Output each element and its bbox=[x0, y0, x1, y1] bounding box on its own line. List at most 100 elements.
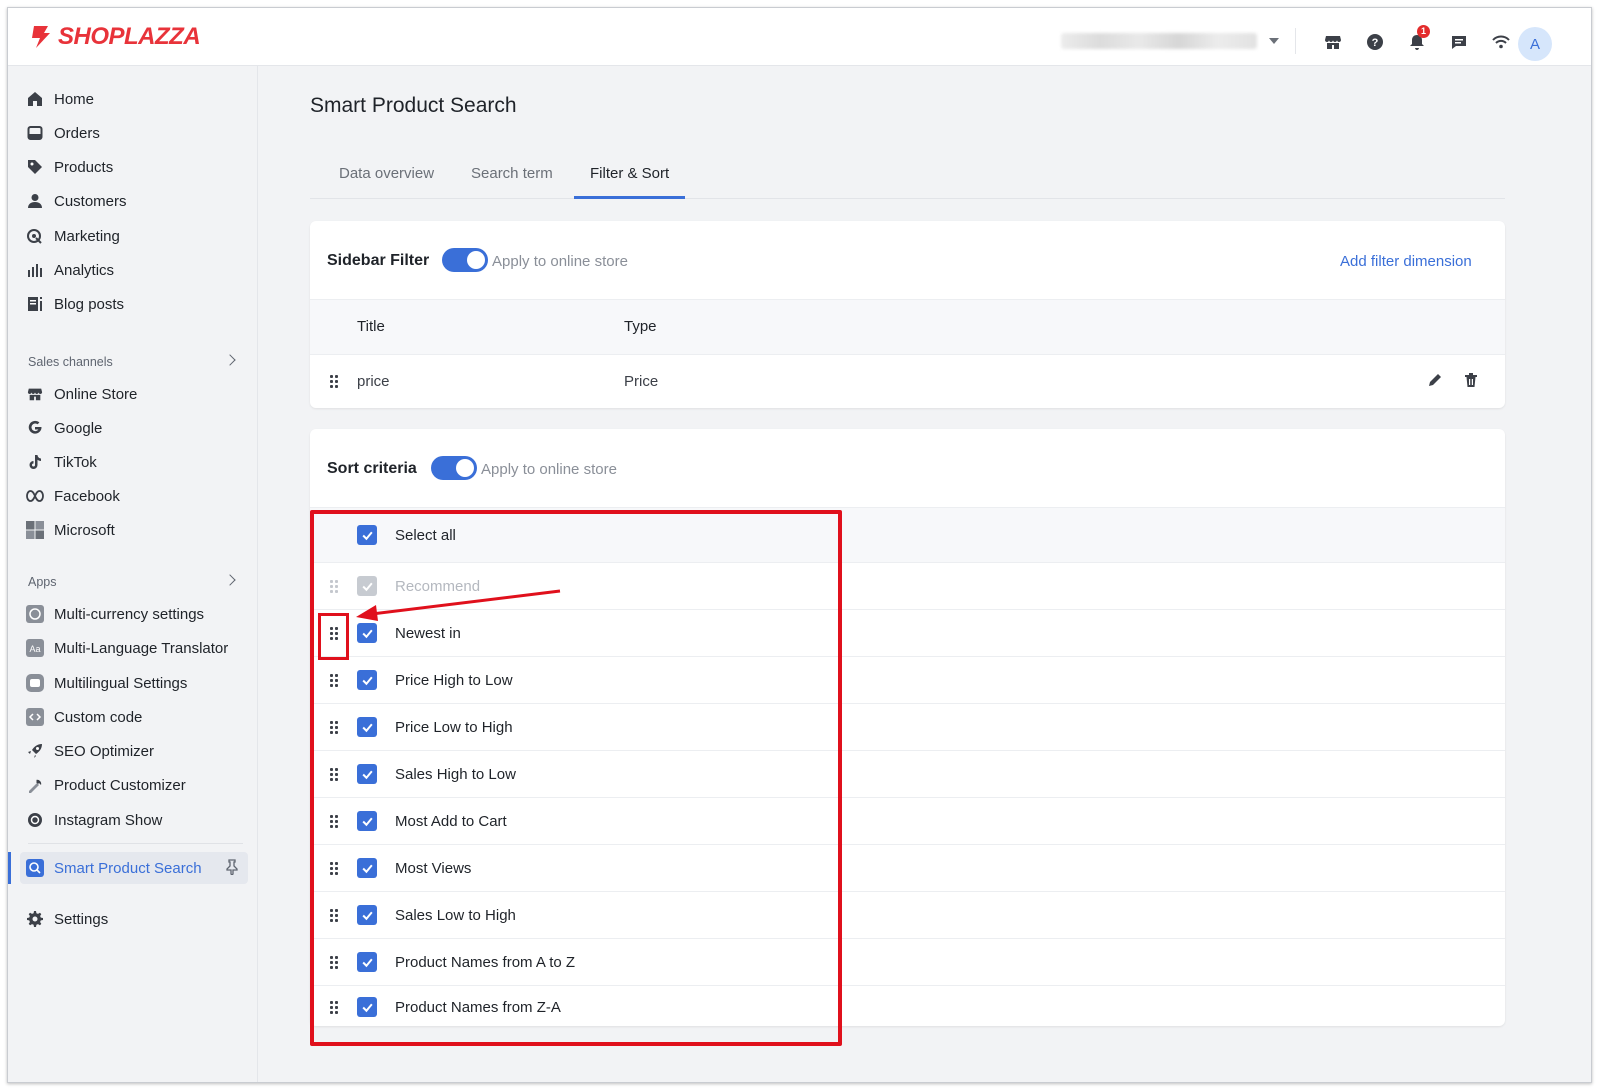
pin-icon[interactable] bbox=[226, 859, 238, 879]
tab-search-term[interactable]: Search term bbox=[471, 165, 553, 182]
drag-handle-icon[interactable] bbox=[330, 674, 338, 687]
microsoft-icon bbox=[26, 521, 44, 539]
drag-handle-icon[interactable] bbox=[330, 768, 338, 781]
sidebar-item-blog-posts[interactable]: Blog posts bbox=[26, 289, 248, 319]
currency-icon bbox=[26, 605, 44, 623]
sidebar-item-multilingual-settings[interactable]: Multilingual Settings bbox=[26, 668, 248, 698]
sidebar-item-products[interactable]: Products bbox=[26, 152, 248, 182]
list-item: Most Add to Cart bbox=[310, 797, 1505, 844]
svg-text:?: ? bbox=[1372, 37, 1379, 49]
sidebar-item-label: Custom code bbox=[54, 708, 143, 726]
drag-handle-icon[interactable] bbox=[330, 1001, 338, 1014]
sort-option-label: Sales Low to High bbox=[395, 907, 516, 924]
sort-option-label: Price High to Low bbox=[395, 672, 513, 689]
customizer-icon bbox=[26, 776, 44, 794]
store-selector[interactable] bbox=[1061, 30, 1281, 52]
chevron-right-icon[interactable] bbox=[224, 354, 236, 366]
sort-checkbox[interactable] bbox=[357, 717, 377, 737]
drag-handle-icon[interactable] bbox=[330, 862, 338, 875]
drag-handle-icon[interactable] bbox=[330, 627, 338, 640]
tab-data-overview[interactable]: Data overview bbox=[339, 165, 434, 182]
sidebar-item-microsoft[interactable]: Microsoft bbox=[26, 515, 248, 545]
chevron-right-icon[interactable] bbox=[224, 574, 236, 586]
sort-option-label: Product Names from Z-A bbox=[395, 999, 561, 1016]
drag-handle-icon[interactable] bbox=[330, 721, 338, 734]
sidebar-item-settings[interactable]: Settings bbox=[26, 904, 248, 934]
sidebar-item-label: Settings bbox=[54, 910, 109, 928]
sort-option-label: Product Names from A to Z bbox=[395, 954, 576, 971]
sort-checkbox[interactable] bbox=[357, 952, 377, 972]
tab-filter-sort[interactable]: Filter & Sort bbox=[590, 165, 669, 182]
language-icon bbox=[26, 674, 44, 692]
sort-checkbox[interactable] bbox=[357, 764, 377, 784]
column-header-title: Title bbox=[357, 318, 385, 335]
sort-checkbox[interactable] bbox=[357, 623, 377, 643]
sidebar-item-custom-code[interactable]: Custom code bbox=[26, 702, 248, 732]
sidebar-item-multi-language-translator[interactable]: Aa Multi-Language Translator bbox=[26, 633, 248, 663]
sidebar-item-label: Online Store bbox=[54, 385, 138, 403]
rocket-icon bbox=[26, 742, 44, 760]
select-all-checkbox[interactable] bbox=[357, 525, 377, 545]
gear-icon bbox=[26, 910, 44, 928]
sidebar-item-home[interactable]: Home bbox=[26, 84, 248, 114]
store-icon[interactable] bbox=[1323, 32, 1343, 52]
sidebar-item-orders[interactable]: Orders bbox=[26, 118, 248, 148]
divider bbox=[28, 843, 243, 844]
sort-checkbox[interactable] bbox=[357, 811, 377, 831]
search-app-icon bbox=[26, 859, 44, 877]
filter-table-header: Title Type bbox=[310, 299, 1505, 354]
sort-checkbox[interactable] bbox=[357, 905, 377, 925]
sidebar-item-analytics[interactable]: Analytics bbox=[26, 255, 248, 285]
sidebar-item-label: Home bbox=[54, 90, 95, 108]
sort-option-label: Newest in bbox=[395, 625, 461, 642]
sort-criteria-toggle-label: Apply to online store bbox=[481, 461, 617, 478]
shoplazza-logo[interactable]: SHOPLAZZA bbox=[28, 23, 201, 51]
sidebar-item-label: SEO Optimizer bbox=[54, 742, 155, 760]
drag-handle-icon[interactable] bbox=[330, 375, 338, 388]
sidebar-item-seo-optimizer[interactable]: SEO Optimizer bbox=[26, 736, 248, 766]
sidebar-item-product-customizer[interactable]: Product Customizer bbox=[26, 770, 248, 800]
sidebar-item-marketing[interactable]: Marketing bbox=[26, 221, 248, 251]
help-icon[interactable]: ? bbox=[1365, 32, 1385, 52]
avatar[interactable]: A bbox=[1518, 27, 1552, 61]
sidebar-filter-toggle[interactable] bbox=[442, 248, 488, 272]
sort-option-label: Most Views bbox=[395, 860, 472, 877]
orders-icon bbox=[26, 124, 44, 142]
list-item: Recommend bbox=[310, 562, 1505, 609]
sidebar-item-facebook[interactable]: Facebook bbox=[26, 481, 248, 511]
bell-icon[interactable]: 1 bbox=[1407, 25, 1430, 52]
app-window: SHOPLAZZA ? 1 A Home Orders Products Cus… bbox=[7, 7, 1592, 1083]
active-indicator bbox=[8, 852, 11, 884]
sidebar-item-customers[interactable]: Customers bbox=[26, 186, 248, 216]
column-header-type: Type bbox=[624, 318, 657, 335]
list-item: Sales High to Low bbox=[310, 750, 1505, 797]
sidebar-item-google[interactable]: Google bbox=[26, 413, 248, 443]
drag-handle-icon[interactable] bbox=[330, 909, 338, 922]
sidebar-item-label: Multi-Language Translator bbox=[54, 639, 229, 657]
row-actions bbox=[1427, 372, 1479, 393]
sidebar-item-smart-product-search[interactable]: Smart Product Search bbox=[20, 852, 248, 884]
sidebar-item-online-store[interactable]: Online Store bbox=[26, 379, 248, 409]
sort-checkbox[interactable] bbox=[357, 858, 377, 878]
delete-icon[interactable] bbox=[1463, 372, 1479, 393]
sidebar-filter-title: Sidebar Filter bbox=[327, 252, 430, 269]
drag-handle-icon[interactable] bbox=[330, 956, 338, 969]
person-icon bbox=[26, 192, 44, 210]
chat-icon[interactable] bbox=[1449, 32, 1469, 52]
edit-icon[interactable] bbox=[1427, 372, 1443, 393]
sidebar-item-multi-currency[interactable]: Multi-currency settings bbox=[26, 599, 248, 629]
chevron-down-icon bbox=[1269, 38, 1279, 44]
add-filter-dimension-link[interactable]: Add filter dimension bbox=[1340, 253, 1472, 270]
drag-handle-icon bbox=[330, 580, 338, 593]
sidebar-item-instagram-show[interactable]: Instagram Show bbox=[26, 805, 248, 835]
toggle-knob bbox=[467, 251, 485, 269]
sort-checkbox[interactable] bbox=[357, 997, 377, 1017]
sidebar-item-label: Products bbox=[54, 158, 114, 176]
sort-criteria-title: Sort criteria bbox=[327, 460, 417, 477]
drag-handle-icon[interactable] bbox=[330, 815, 338, 828]
sort-checkbox[interactable] bbox=[357, 670, 377, 690]
sidebar-filter-card: Sidebar Filter Apply to online store Add… bbox=[310, 221, 1505, 408]
wifi-icon[interactable] bbox=[1491, 32, 1511, 52]
sidebar-item-tiktok[interactable]: TikTok bbox=[26, 447, 248, 477]
sort-criteria-toggle[interactable] bbox=[431, 456, 477, 480]
